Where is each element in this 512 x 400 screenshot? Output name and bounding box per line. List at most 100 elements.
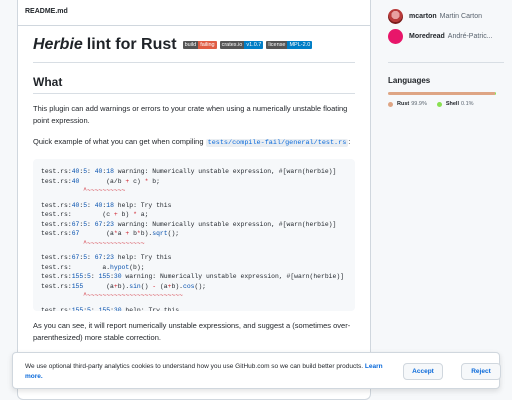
example-text: Quick example of what you can get when c… (33, 137, 204, 146)
code-token: 30 (113, 306, 122, 312)
language-dot (388, 101, 393, 107)
code-line: test.rs:155 (a+b).sin() - (a+b).cos(); (41, 282, 355, 292)
code-line: ^~~~~~~~~~~~~~~~~~~~~~~~~~ (41, 291, 355, 301)
reject-button[interactable]: Reject (461, 363, 501, 380)
code-token: 155 (71, 306, 84, 312)
language-percent: 0.1% (461, 101, 474, 107)
code-token: test.rs: (41, 273, 72, 280)
language-item-shell[interactable]: Shell 0.1% (436, 101, 474, 107)
code-token: b). (140, 230, 153, 237)
language-list: Rust 99.9% Shell 0.1% (388, 101, 512, 107)
language-item-rust[interactable]: Rust 99.9% (388, 101, 427, 107)
code-token: test.rs: (41, 220, 72, 228)
code-token: warning: Numerically unstable expression… (113, 220, 337, 228)
example-file-link[interactable]: tests/compile-fail/general/test.rs (205, 139, 349, 147)
description-paragraph: This plugin can add warnings or errors t… (33, 104, 348, 125)
badge-label: build (182, 41, 199, 49)
code-token: ^~~~~~~~~~~ (41, 187, 126, 194)
badges: build failing crates.io v1.0.7 license M… (182, 41, 316, 49)
accept-button[interactable]: Accept (403, 363, 443, 380)
contributor-name: André-Patric... (447, 32, 493, 40)
avatar[interactable] (388, 28, 403, 44)
code-token: (); (167, 230, 180, 237)
divider (388, 62, 504, 63)
code-token: 30 (113, 273, 122, 280)
code-token: (b); (129, 263, 145, 271)
badge-label: crates.io (219, 41, 245, 49)
example-colon: : (348, 137, 351, 146)
code-token: (a (83, 282, 114, 290)
code-line: test.rs:67:5: 67:23 warning: Numerically… (41, 220, 355, 230)
cookie-text: We use optional third-party analytics co… (25, 362, 385, 382)
code-token: 155 (71, 282, 84, 290)
code-block[interactable]: test.rs:40:5: 40:18 warning: Numerically… (33, 159, 355, 311)
code-token: test.rs: (41, 254, 72, 261)
code-token: (a (79, 230, 114, 237)
code-line: test.rs: a.hypot(b); (41, 263, 355, 273)
code-token: 18 (106, 201, 114, 209)
code-token: test.rs: (41, 168, 72, 175)
readme-body: Herbie lint for Rust build failing crate… (18, 26, 370, 344)
code-line: test.rs: (c + b) * a; (41, 210, 355, 220)
avatar[interactable] (388, 8, 403, 24)
contributor-mcarton[interactable]: mcarton Martin Carton (388, 6, 512, 26)
contributor-login[interactable]: mcarton (409, 13, 437, 20)
code-line: test.rs:40:5: 40:18 help: Try this (41, 201, 355, 211)
badge-build[interactable]: build failing (182, 41, 217, 49)
code-line: test.rs:67:5: 67:23 help: Try this (41, 253, 355, 263)
code-token: test.rs: (41, 177, 72, 185)
code-token: b (129, 230, 137, 237)
languages-title: Languages (388, 76, 431, 85)
code-token: 23 (106, 254, 114, 261)
code-token: b). (117, 282, 130, 290)
code-token: test.rs: (41, 230, 72, 237)
language-bar (388, 92, 496, 95)
cookie-message: We use optional third-party analytics co… (25, 363, 364, 370)
code-token: : (90, 306, 99, 312)
badge-value: failing (198, 41, 217, 49)
conclusion-paragraph: As you can see, it will report numerical… (33, 321, 351, 342)
code-token: test.rs: (c (41, 211, 114, 218)
readme-filename[interactable]: README.md (18, 0, 370, 26)
contributor-name: Martin Carton (439, 12, 483, 20)
code-token: (a (156, 282, 168, 290)
code-token: ^~~~~~~~~~~~~~~~~~~~~~~~~~ (41, 292, 183, 299)
code-token: : (87, 254, 95, 261)
badge-license[interactable]: license MPL-2.0 (266, 41, 313, 49)
code-token: sqrt (152, 230, 168, 237)
code-token: () (140, 282, 153, 290)
contributor-moredread[interactable]: Moredread André-Patric... (388, 26, 512, 46)
code-token: help: Try this (121, 306, 180, 312)
code-line: test.rs:155:5: 155:30 warning: Numerical… (41, 272, 355, 282)
badge-label: license (266, 41, 288, 49)
code-token: 23 (106, 220, 114, 228)
language-dot (436, 101, 442, 107)
code-token: b) (117, 211, 134, 218)
code-token: a; (136, 211, 149, 218)
code-token: c) (129, 177, 145, 185)
sidebar: mcarton Martin Carton Moredread André-Pa… (380, 0, 512, 400)
badge-value: MPL-2.0 (287, 41, 313, 49)
code-line: ^~~~~~~~~~~~~~~~ (41, 239, 355, 249)
contributor-login[interactable]: Moredread (409, 33, 445, 40)
code-line: ^~~~~~~~~~~ (41, 186, 355, 196)
code-line: test.rs:40:5: 40:18 warning: Numerically… (41, 167, 355, 177)
code-token: 155 (98, 306, 111, 312)
code-token: help: Try this (113, 254, 172, 261)
example-paragraph: Quick example of what you can get when c… (33, 136, 355, 149)
language-name: Rust (397, 101, 410, 107)
readme-panel: README.md Herbie lint for Rust build fai… (17, 0, 371, 400)
title-italic: Herbie (33, 36, 83, 53)
code-token: : (87, 201, 95, 209)
code-token: warning: Numerically unstable expression… (113, 168, 337, 175)
code-line: test.rs:67 (a*a + b*b).sqrt(); (41, 229, 355, 239)
code-line: test.rs:40 (a/b + c) * b; (41, 177, 355, 187)
code-token: sin (129, 282, 141, 290)
language-bar-segment (495, 92, 496, 95)
title-rest: lint for Rust (86, 36, 177, 53)
code-token: test.rs: (41, 282, 72, 290)
code-token: (a/b (79, 177, 126, 185)
badge-crates[interactable]: crates.io v1.0.7 (219, 41, 264, 49)
readme-title: Herbie lint for Rust build failing crate… (33, 36, 355, 63)
code-token: (); (194, 282, 207, 290)
